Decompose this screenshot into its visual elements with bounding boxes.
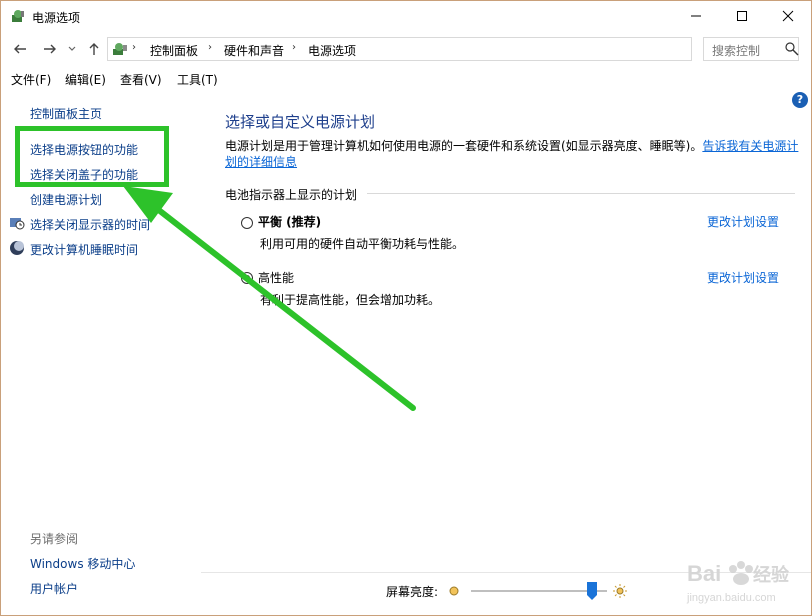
maximize-button[interactable] xyxy=(719,1,765,31)
up-arrow-icon xyxy=(89,43,99,55)
section-divider xyxy=(367,193,795,194)
menu-view[interactable]: 查看(V) xyxy=(120,71,162,88)
screen-brightness-label: 屏幕亮度: xyxy=(386,585,439,599)
high-performance-plan-radio[interactable] xyxy=(241,272,253,284)
change-sleep-time-link[interactable]: 更改计算机睡眠时间 xyxy=(30,241,138,258)
dim-brightness-icon xyxy=(449,586,459,596)
menu-edit[interactable]: 编辑(E) xyxy=(65,71,106,88)
see-also-heading: 另请参阅 xyxy=(30,532,79,546)
chevron-right-icon: › xyxy=(292,42,296,53)
recent-locations-button[interactable] xyxy=(65,40,79,58)
window-title: 电源选项 xyxy=(32,11,81,25)
control-panel-home-link[interactable]: 控制面板主页 xyxy=(30,105,102,122)
svg-text:Bai: Bai xyxy=(687,561,721,586)
power-options-window: 电源选项 › 控制面板 › 硬件和声音 › 电源选项 搜索控制 文件(F) 编辑… xyxy=(0,0,812,616)
up-button[interactable] xyxy=(85,40,103,58)
description-text: 电源计划是用于管理计算机如何使用电源的一套硬件和系统设置(如显示器亮度、睡眠等)… xyxy=(225,139,703,153)
search-input[interactable]: 搜索控制 xyxy=(703,37,799,61)
bright-sun-icon xyxy=(613,584,627,598)
balanced-plan-radio[interactable] xyxy=(241,217,253,229)
title-bar: 电源选项 xyxy=(1,1,811,31)
svg-text:jingyan.baidu.com: jingyan.baidu.com xyxy=(686,592,776,604)
chevron-right-icon: › xyxy=(208,42,212,53)
forward-button[interactable] xyxy=(41,40,59,58)
close-button[interactable] xyxy=(765,1,811,31)
back-button[interactable] xyxy=(11,40,29,58)
breadcrumb-hardware-sound[interactable]: 硬件和声音 xyxy=(224,42,284,59)
high-performance-plan-description: 有利于提高性能，但会增加功耗。 xyxy=(260,293,441,307)
balanced-plan-name[interactable]: 平衡 (推荐) xyxy=(258,213,321,230)
baidu-watermark-logo: Bai 经验 jingyan.baidu.com xyxy=(686,561,790,604)
sleep-moon-icon xyxy=(10,241,24,255)
address-bar[interactable]: › 控制面板 › 硬件和声音 › 电源选项 xyxy=(107,37,795,61)
user-accounts-link[interactable]: 用户帐户 xyxy=(30,580,78,597)
help-button[interactable]: ? xyxy=(792,92,808,108)
menu-bar: 文件(F) 编辑(E) 查看(V) 工具(T) xyxy=(1,67,811,89)
search-placeholder: 搜索控制 xyxy=(712,44,761,58)
display-timer-icon xyxy=(10,218,25,230)
menu-tools[interactable]: 工具(T) xyxy=(177,71,218,88)
back-arrow-icon xyxy=(14,44,26,54)
breadcrumb-power-options[interactable]: 电源选项 xyxy=(308,42,356,59)
control-panel-icon xyxy=(113,43,127,55)
close-icon xyxy=(782,10,794,22)
page-title: 选择或自定义电源计划 xyxy=(225,113,376,131)
chevron-right-icon: › xyxy=(132,42,136,53)
create-power-plan-link[interactable]: 创建电源计划 xyxy=(30,191,102,208)
maximize-icon xyxy=(737,11,747,21)
balanced-plan-description: 利用可用的硬件自动平衡功耗与性能。 xyxy=(260,237,465,251)
page-description: 电源计划是用于管理计算机如何使用电源的一套硬件和系统设置(如显示器亮度、睡眠等)… xyxy=(225,138,803,170)
power-options-app-icon xyxy=(12,10,24,22)
battery-meter-plans-heading: 电池指示器上显示的计划 xyxy=(225,188,358,202)
chevron-down-icon xyxy=(68,46,76,51)
navigation-bar: › 控制面板 › 硬件和声音 › 电源选项 搜索控制 xyxy=(1,35,811,63)
high-performance-change-settings-link[interactable]: 更改计划设置 xyxy=(707,269,779,286)
brightness-slider-thumb[interactable] xyxy=(586,582,597,600)
search-icon[interactable] xyxy=(784,41,800,57)
minimize-button[interactable] xyxy=(673,1,719,31)
high-performance-plan-name[interactable]: 高性能 xyxy=(258,269,294,286)
svg-text:经验: 经验 xyxy=(753,564,790,586)
balanced-change-settings-link[interactable]: 更改计划设置 xyxy=(707,213,779,230)
breadcrumb-control-panel[interactable]: 控制面板 xyxy=(150,42,198,59)
forward-arrow-icon xyxy=(44,44,56,54)
highlight-box-annotation xyxy=(15,126,169,187)
minimize-icon xyxy=(691,15,701,17)
windows-mobility-center-link[interactable]: Windows 移动中心 xyxy=(30,555,135,572)
menu-file[interactable]: 文件(F) xyxy=(11,71,51,88)
choose-display-off-time-link[interactable]: 选择关闭显示器的时间 xyxy=(30,216,150,233)
